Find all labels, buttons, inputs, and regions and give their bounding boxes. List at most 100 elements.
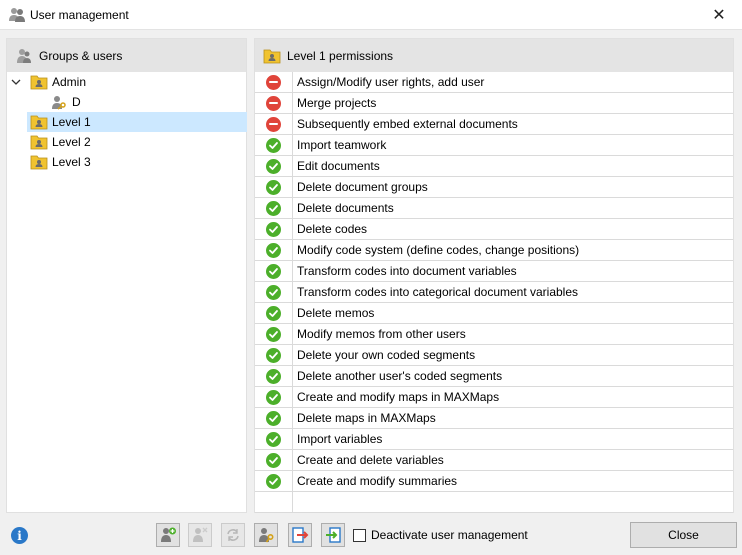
permission-row[interactable]: Delete memos	[255, 303, 733, 324]
permission-row-empty	[255, 492, 733, 513]
tree-item-level-2[interactable]: Level 2	[7, 132, 246, 152]
permissions-title: Level 1 permissions	[287, 48, 394, 63]
set-password-button[interactable]	[254, 523, 278, 547]
check-icon[interactable]	[266, 263, 281, 279]
check-icon[interactable]	[266, 431, 281, 447]
check-icon[interactable]	[266, 326, 281, 342]
check-icon[interactable]	[266, 221, 281, 237]
denied-icon[interactable]	[266, 116, 281, 132]
permission-status-cell[interactable]	[255, 471, 293, 491]
check-icon[interactable]	[266, 158, 281, 174]
permission-label: Assign/Modify user rights, add user	[297, 75, 485, 89]
check-icon[interactable]	[266, 284, 281, 300]
group-folder-icon	[30, 75, 48, 90]
reset-password-button[interactable]	[221, 523, 245, 547]
permission-status-cell[interactable]	[255, 387, 293, 407]
tree-item-label: D	[72, 95, 81, 109]
delete-user-button[interactable]	[188, 523, 212, 547]
tree-item-level-3[interactable]: Level 3	[7, 152, 246, 172]
denied-icon[interactable]	[266, 95, 281, 111]
permission-status-cell[interactable]	[255, 324, 293, 344]
permission-row[interactable]: Import teamwork	[255, 135, 733, 156]
tree-item-label: Level 1	[52, 115, 91, 129]
permission-status-cell[interactable]	[255, 135, 293, 155]
permission-status-cell[interactable]	[255, 282, 293, 302]
permission-label: Edit documents	[297, 159, 380, 173]
permission-label: Delete maps in MAXMaps	[297, 411, 436, 425]
tree-item-admin[interactable]: Admin	[7, 72, 246, 92]
permission-row[interactable]: Delete your own coded segments	[255, 345, 733, 366]
delete-user-icon	[193, 527, 208, 542]
permission-label: Create and delete variables	[297, 453, 444, 467]
user-key-icon	[52, 96, 66, 110]
permission-row[interactable]: Merge projects	[255, 93, 733, 114]
window-close-button[interactable]: ✕	[696, 0, 742, 30]
permission-status-cell[interactable]	[255, 198, 293, 218]
export-icon	[292, 527, 309, 543]
permission-status-cell[interactable]	[255, 408, 293, 428]
permission-row[interactable]: Delete documents	[255, 198, 733, 219]
permission-status-cell[interactable]	[255, 366, 293, 386]
check-icon[interactable]	[266, 179, 281, 195]
tree-item-user-d[interactable]: D	[7, 92, 246, 112]
permissions-panel: Level 1 permissions Assign/Modify user r…	[254, 38, 734, 513]
permission-status-cell[interactable]	[255, 114, 293, 134]
check-icon[interactable]	[266, 137, 281, 153]
check-icon[interactable]	[266, 347, 281, 363]
tree-item-level-1[interactable]: Level 1	[7, 112, 247, 132]
permission-label: Delete memos	[297, 306, 375, 320]
permission-row[interactable]: Import variables	[255, 429, 733, 450]
permission-status-cell[interactable]	[255, 219, 293, 239]
denied-icon[interactable]	[266, 74, 281, 90]
permission-label: Create and modify maps in MAXMaps	[297, 390, 500, 404]
permission-label: Modify code system (define codes, change…	[297, 243, 580, 257]
permission-row[interactable]: Modify memos from other users	[255, 324, 733, 345]
permission-status-cell[interactable]	[255, 261, 293, 281]
chevron-down-icon[interactable]	[9, 72, 23, 92]
deactivate-user-management[interactable]: Deactivate user management	[353, 528, 528, 542]
permission-status-cell[interactable]	[255, 72, 293, 92]
permission-row[interactable]: Delete another user's coded segments	[255, 366, 733, 387]
permission-row[interactable]: Create and modify maps in MAXMaps	[255, 387, 733, 408]
permission-status-cell[interactable]	[255, 93, 293, 113]
permission-row[interactable]: Subsequently embed external documents	[255, 114, 733, 135]
permission-row[interactable]: Create and modify summaries	[255, 471, 733, 492]
check-icon[interactable]	[266, 389, 281, 405]
permission-status-cell[interactable]	[255, 156, 293, 176]
check-icon[interactable]	[266, 305, 281, 321]
permission-row[interactable]: Assign/Modify user rights, add user	[255, 72, 733, 93]
permission-row[interactable]: Transform codes into categorical documen…	[255, 282, 733, 303]
permission-row[interactable]: Delete document groups	[255, 177, 733, 198]
export-users-button[interactable]	[288, 523, 312, 547]
permission-label: Delete your own coded segments	[297, 348, 476, 362]
permission-status-cell[interactable]	[255, 345, 293, 365]
permission-label: Modify memos from other users	[297, 327, 466, 341]
permission-status-cell[interactable]	[255, 429, 293, 449]
permission-row[interactable]: Modify code system (define codes, change…	[255, 240, 733, 261]
permission-status-cell[interactable]	[255, 240, 293, 260]
check-icon[interactable]	[266, 473, 281, 489]
check-icon[interactable]	[266, 200, 281, 216]
check-icon[interactable]	[266, 410, 281, 426]
permission-label: Subsequently embed external documents	[297, 117, 518, 131]
permission-status-cell[interactable]	[255, 303, 293, 323]
permission-row[interactable]: Transform codes into document variables	[255, 261, 733, 282]
import-users-button[interactable]	[321, 523, 345, 547]
deactivate-label: Deactivate user management	[371, 528, 528, 542]
check-icon[interactable]	[266, 452, 281, 468]
permission-label: Delete document groups	[297, 180, 428, 194]
check-icon[interactable]	[266, 368, 281, 384]
info-icon[interactable]: i	[11, 527, 28, 544]
users-icon	[17, 48, 31, 63]
close-button[interactable]: Close	[630, 522, 737, 548]
add-user-button[interactable]	[156, 523, 180, 547]
permission-row[interactable]: Edit documents	[255, 156, 733, 177]
permission-row[interactable]: Delete maps in MAXMaps	[255, 408, 733, 429]
permission-row[interactable]: Create and delete variables	[255, 450, 733, 471]
deactivate-checkbox[interactable]	[353, 528, 366, 542]
permission-status-cell[interactable]	[255, 177, 293, 197]
group-folder-icon	[30, 135, 48, 150]
permission-status-cell[interactable]	[255, 450, 293, 470]
check-icon[interactable]	[266, 242, 281, 258]
permission-row[interactable]: Delete codes	[255, 219, 733, 240]
